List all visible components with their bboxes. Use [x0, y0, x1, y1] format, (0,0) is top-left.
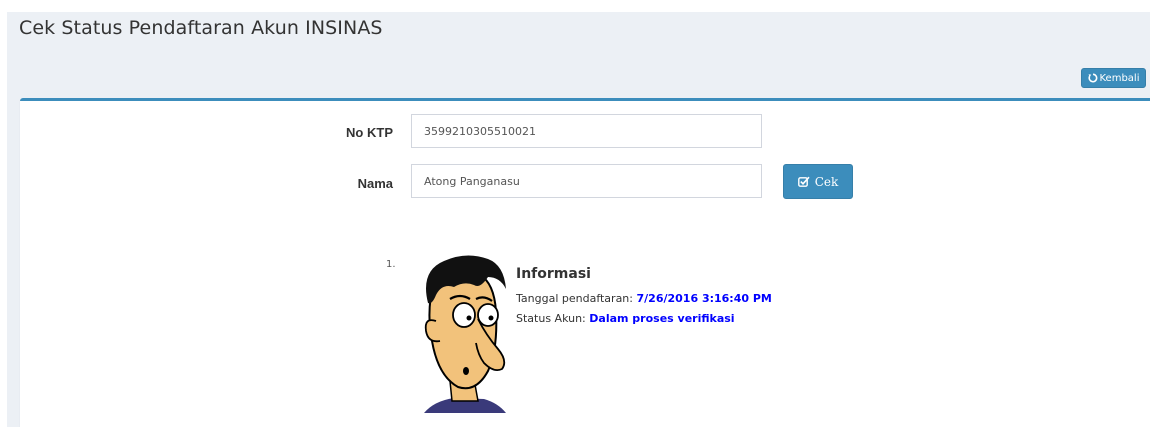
content-wrapper: Cek Status Pendaftaran Akun INSINAS Kemb… [7, 12, 1150, 427]
registration-date-value: 7/26/2016 3:16:40 PM [636, 292, 772, 305]
cartoon-face-avatar [424, 255, 506, 413]
ktp-label: No KTP [346, 125, 393, 140]
back-button-label: Kembali [1099, 72, 1140, 84]
nama-input[interactable] [411, 164, 762, 198]
nama-label: Nama [357, 176, 393, 191]
registration-date-label: Tanggal pendaftaran: [516, 292, 633, 305]
cek-button[interactable]: Cek [783, 164, 853, 199]
ktp-input[interactable] [411, 114, 762, 148]
status-check-panel: No KTP Nama Cek 1. [20, 98, 1150, 427]
account-status-value: Dalam proses verifikasi [589, 312, 735, 325]
account-status-line: Status Akun: Dalam proses verifikasi [516, 312, 735, 325]
cek-button-label: Cek [814, 174, 839, 189]
info-title: Informasi [516, 266, 591, 282]
registration-date-line: Tanggal pendaftaran: 7/26/2016 3:16:40 P… [516, 292, 772, 305]
check-square-icon [797, 176, 810, 187]
refresh-icon [1087, 73, 1097, 83]
account-status-label: Status Akun: [516, 312, 586, 325]
result-number: 1. [386, 259, 396, 270]
back-button[interactable]: Kembali [1081, 68, 1146, 88]
page-title: Cek Status Pendaftaran Akun INSINAS [19, 17, 383, 39]
